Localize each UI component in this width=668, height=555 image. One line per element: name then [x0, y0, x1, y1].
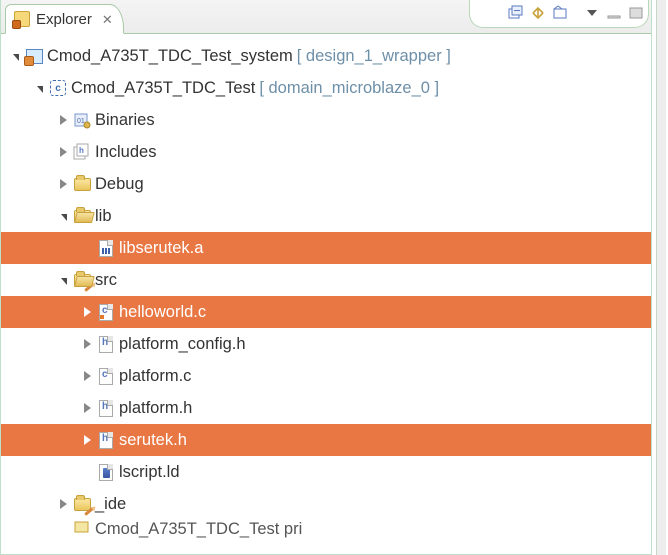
- linker-script-icon: [97, 463, 115, 481]
- tree-file-libserutek[interactable]: libserutek.a: [1, 232, 651, 264]
- tab-bar: Explorer ✕: [1, 0, 651, 34]
- expand-toggle[interactable]: [79, 339, 95, 349]
- tree-project-system[interactable]: Cmod_A735T_TDC_Test_system [ design_1_wr…: [1, 40, 651, 72]
- c-file-icon: [97, 303, 115, 321]
- expand-toggle[interactable]: [7, 53, 23, 60]
- tree-node-includes[interactable]: h Includes: [1, 136, 651, 168]
- collapse-all-icon[interactable]: [507, 4, 525, 22]
- project-tree[interactable]: Cmod_A735T_TDC_Test_system [ design_1_wr…: [1, 34, 651, 542]
- folder-icon: [73, 175, 91, 193]
- close-icon[interactable]: ✕: [102, 13, 113, 26]
- explorer-view: Explorer ✕ C: [0, 0, 652, 555]
- file-label: platform.h: [119, 399, 192, 418]
- maximize-icon[interactable]: [627, 4, 645, 22]
- expand-toggle[interactable]: [79, 371, 95, 381]
- node-label: src: [95, 271, 117, 290]
- file-label: platform_config.h: [119, 335, 246, 354]
- h-file-icon: [97, 335, 115, 353]
- node-label: Includes: [95, 143, 156, 162]
- tree-truncated-row[interactable]: Cmod_A735T_TDC_Test pri: [1, 520, 651, 542]
- expand-toggle[interactable]: [79, 403, 95, 413]
- file-label: libserutek.a: [119, 239, 203, 258]
- tree-app-project[interactable]: Cmod_A735T_TDC_Test [ domain_microblaze_…: [1, 72, 651, 104]
- tree-file-platform-h[interactable]: platform.h: [1, 392, 651, 424]
- tab-label: Explorer: [36, 11, 92, 28]
- file-label: serutek.h: [119, 431, 187, 450]
- expand-toggle[interactable]: [55, 147, 71, 157]
- view-toolbar: [507, 4, 645, 22]
- expand-toggle[interactable]: [55, 115, 71, 125]
- h-file-icon: [97, 431, 115, 449]
- expand-toggle[interactable]: [31, 85, 47, 92]
- tree-file-lscript[interactable]: lscript.ld: [1, 456, 651, 488]
- h-file-icon: [97, 399, 115, 417]
- file-label: lscript.ld: [119, 463, 180, 482]
- folder-open-icon: [73, 207, 91, 225]
- archive-file-icon: [97, 239, 115, 257]
- binaries-icon: 01: [73, 111, 91, 129]
- expand-toggle[interactable]: [79, 435, 95, 445]
- tree-node-ide[interactable]: _ide: [1, 488, 651, 520]
- expand-toggle[interactable]: [55, 179, 71, 189]
- misc-file-icon: [73, 520, 91, 538]
- source-folder-icon: [73, 271, 91, 289]
- project-name: Cmod_A735T_TDC_Test_system: [47, 47, 293, 66]
- app-name: Cmod_A735T_TDC_Test: [71, 79, 255, 98]
- project-annotation: [ design_1_wrapper ]: [297, 47, 451, 66]
- tree-node-lib[interactable]: lib: [1, 200, 651, 232]
- c-file-icon: [97, 367, 115, 385]
- tree-node-debug[interactable]: Debug: [1, 168, 651, 200]
- tree-file-serutek-h[interactable]: serutek.h: [1, 424, 651, 456]
- file-label: platform.c: [119, 367, 191, 386]
- node-label: _ide: [95, 495, 126, 514]
- expand-toggle[interactable]: [79, 307, 95, 317]
- tree-node-src[interactable]: src: [1, 264, 651, 296]
- tree-node-binaries[interactable]: 01 Binaries: [1, 104, 651, 136]
- tree-file-platform-c[interactable]: platform.c: [1, 360, 651, 392]
- expand-toggle[interactable]: [55, 499, 71, 509]
- tree-file-helloworld[interactable]: helloworld.c: [1, 296, 651, 328]
- focus-task-icon[interactable]: [551, 4, 569, 22]
- c-project-icon: [49, 79, 67, 97]
- expand-toggle[interactable]: [55, 277, 71, 284]
- tab-explorer[interactable]: Explorer ✕: [5, 4, 124, 34]
- tree-file-platform-config[interactable]: platform_config.h: [1, 328, 651, 360]
- node-label: lib: [95, 207, 112, 226]
- file-label: Cmod_A735T_TDC_Test pri: [95, 520, 302, 539]
- expand-toggle[interactable]: [55, 213, 71, 220]
- navigator-icon: [14, 11, 30, 27]
- adjacent-pane-edge: [656, 0, 666, 555]
- link-editor-icon[interactable]: [529, 4, 547, 22]
- minimize-icon[interactable]: [605, 4, 623, 22]
- app-annotation: [ domain_microblaze_0 ]: [259, 79, 439, 98]
- includes-icon: h: [73, 143, 91, 161]
- system-project-icon: [25, 47, 43, 65]
- file-label: helloworld.c: [119, 303, 206, 322]
- node-label: Debug: [95, 175, 144, 194]
- node-label: Binaries: [95, 111, 155, 130]
- svg-text:h: h: [79, 146, 84, 155]
- view-menu-icon[interactable]: [583, 4, 601, 22]
- folder-pencil-icon: [73, 495, 91, 513]
